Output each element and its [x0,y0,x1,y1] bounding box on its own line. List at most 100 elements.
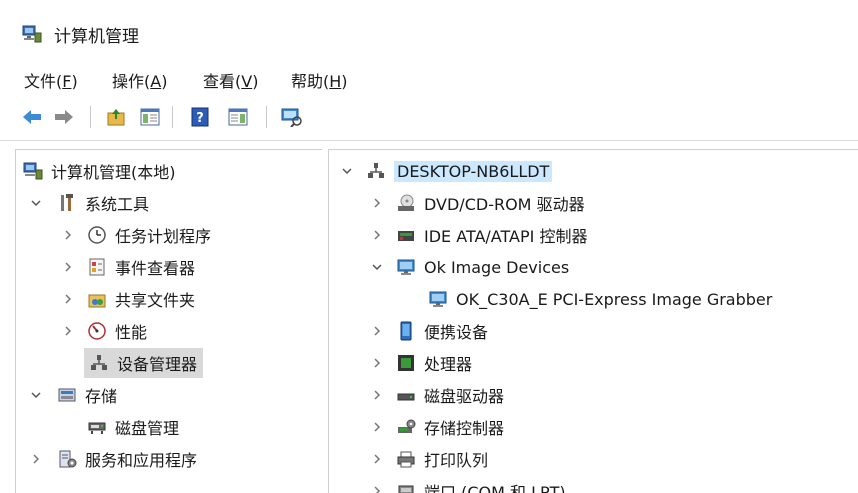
dvd-drive-icon [395,192,417,214]
device-category-label: 存储控制器 [424,419,505,438]
show-hide-console-tree-icon[interactable] [138,105,162,129]
device-category-portable[interactable]: 便携设备 [369,316,488,346]
disk-drive-icon [395,384,417,406]
chevron-right-icon[interactable] [60,323,76,339]
chevron-right-icon[interactable] [369,323,385,339]
menu-view[interactable]: 查看(V) [203,68,258,92]
show-hide-action-pane-icon[interactable] [226,105,250,129]
tree-item-label: 计算机管理(本地) [51,163,176,182]
device-manager-icon [88,352,110,374]
device-tree-pane: DESKTOP-NB6LLDT DVD/CD-ROM 驱动器 IDE ATA/A… [328,149,858,493]
chevron-right-icon[interactable] [60,259,76,275]
shared-folder-icon [86,288,108,310]
computer-device-icon [365,160,387,182]
chevron-right-icon[interactable] [369,355,385,371]
device-category-label: Ok Image Devices [424,257,570,277]
device-category-disk-drives[interactable]: 磁盘驱动器 [369,380,504,410]
toolbar-separator [172,106,173,128]
device-category-dvd[interactable]: DVD/CD-ROM 驱动器 [369,188,585,218]
port-icon [395,480,417,493]
device-category-label: IDE ATA/ATAPI 控制器 [424,227,588,246]
tree-item-label: 事件查看器 [115,259,196,278]
tree-item-label: 性能 [115,323,148,342]
storage-icon [56,384,78,406]
svg-text:?: ? [196,111,204,126]
toolbar-separator [266,106,267,128]
tree-item-disk-management[interactable]: 磁盘管理 [86,412,179,442]
tree-item-system-tools[interactable]: 系统工具 [28,188,149,218]
menu-file[interactable]: 文件(F) [24,68,78,92]
tree-item-computer-management-local[interactable]: 计算机管理(本地) [22,156,176,186]
tree-item-label: 设备管理器 [117,355,198,374]
menu-bar: 文件(F) 操作(A) 查看(V) 帮助(H) [0,58,858,98]
title-bar: 计算机管理 [0,0,858,58]
back-icon[interactable] [20,105,44,129]
chevron-down-icon[interactable] [339,163,355,179]
window-title: 计算机管理 [54,27,139,47]
device-tree-root-label: DESKTOP-NB6LLDT [394,160,553,182]
portable-device-icon [395,320,417,342]
toolbar: ? [0,100,858,136]
tree-item-label: 系统工具 [85,195,150,214]
device-item-ok-c30a[interactable]: OK_C30A_E PCI-Express Image Grabber [427,284,772,314]
forward-icon[interactable] [52,105,76,129]
computer-management-icon [22,160,44,182]
chevron-down-icon[interactable] [28,195,44,211]
tree-item-performance[interactable]: 性能 [60,316,147,346]
up-folder-icon[interactable] [104,105,128,129]
event-viewer-icon [86,256,108,278]
tree-item-shared-folders[interactable]: 共享文件夹 [60,284,195,314]
device-category-label: 处理器 [424,355,473,374]
chevron-right-icon[interactable] [369,451,385,467]
tree-item-device-manager[interactable]: 设备管理器 [84,348,204,378]
tree-item-label: 服务和应用程序 [85,451,198,470]
help-icon[interactable]: ? [188,105,212,129]
chevron-right-icon[interactable] [369,483,385,493]
device-category-label: 打印队列 [424,451,489,470]
chevron-right-icon[interactable] [28,451,44,467]
device-category-processor[interactable]: 处理器 [369,348,472,378]
tree-item-services-and-applications[interactable]: 服务和应用程序 [28,444,197,474]
chevron-right-icon[interactable] [60,291,76,307]
processor-icon [395,352,417,374]
device-item-label: OK_C30A_E PCI-Express Image Grabber [456,289,773,309]
device-category-ok-image[interactable]: Ok Image Devices [369,252,569,282]
disk-management-icon [86,416,108,438]
device-category-storage-controllers[interactable]: 存储控制器 [369,412,504,442]
scan-hardware-icon[interactable] [280,105,304,129]
device-category-label: 便携设备 [424,323,489,342]
chevron-right-icon[interactable] [60,227,76,243]
services-icon [56,448,78,470]
chevron-right-icon[interactable] [369,195,385,211]
menu-help[interactable]: 帮助(H) [291,68,348,92]
device-tree-root[interactable]: DESKTOP-NB6LLDT [339,156,553,186]
chevron-right-icon[interactable] [369,419,385,435]
tree-item-storage[interactable]: 存储 [28,380,117,410]
device-category-ide[interactable]: IDE ATA/ATAPI 控制器 [369,220,587,250]
tree-item-label: 任务计划程序 [115,227,212,246]
device-category-label: 端口 (COM 和 LPT) [424,483,566,493]
toolbar-divider [0,140,858,141]
menu-action[interactable]: 操作(A) [112,68,167,92]
monitor-icon [427,288,449,310]
computer-management-icon [22,24,42,44]
clock-icon [86,224,108,246]
tree-item-event-viewer[interactable]: 事件查看器 [60,252,195,282]
performance-icon [86,320,108,342]
printer-icon [395,448,417,470]
device-category-print-queues[interactable]: 打印队列 [369,444,488,474]
chevron-down-icon[interactable] [369,259,385,275]
ide-controller-icon [395,224,417,246]
chevron-right-icon[interactable] [369,387,385,403]
tree-item-task-scheduler[interactable]: 任务计划程序 [60,220,211,250]
device-category-ports[interactable]: 端口 (COM 和 LPT) [369,476,566,493]
monitor-icon [395,256,417,278]
storage-controller-icon [395,416,417,438]
device-category-label: 磁盘驱动器 [424,387,505,406]
tree-item-label: 磁盘管理 [115,419,180,438]
chevron-down-icon[interactable] [28,387,44,403]
toolbar-separator [90,106,91,128]
device-category-label: DVD/CD-ROM 驱动器 [424,195,585,214]
tools-icon [56,192,78,214]
chevron-right-icon[interactable] [369,227,385,243]
